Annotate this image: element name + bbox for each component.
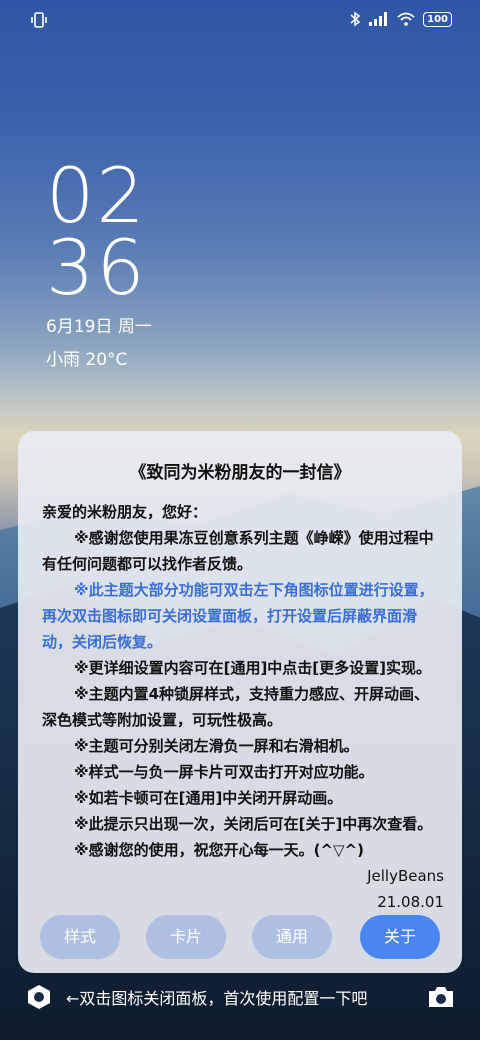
clock-date: 6月19日 周一: [46, 317, 152, 337]
camera-icon[interactable]: [426, 984, 456, 1010]
letter-date: 21.08.01: [377, 893, 444, 911]
letter-paragraph: ※样式一与负一屏卡片可双击打开对应功能。: [74, 763, 374, 781]
weather-text: 小雨 20°C: [46, 350, 128, 370]
vibrate-icon: [31, 12, 47, 28]
settings-hexagon-icon[interactable]: [26, 984, 52, 1010]
panel-title: 《致同为米粉朋友的一封信》: [129, 463, 351, 483]
hint-text: ←双击图标关闭面板，首次使用配置一下吧: [66, 989, 368, 1008]
settings-panel: 《致同为米粉朋友的一封信》 亲爱的米粉朋友，您好： ※感谢您使用果冻豆创意系列主…: [18, 431, 462, 973]
bluetooth-icon: [350, 11, 361, 27]
letter-paragraph: ※主题内置4种锁屏样式，支持重力感应、开屏动画、深色模式等附加设置，可玩性极高。: [42, 685, 430, 729]
panel-tab-bar: 样式 卡片 通用 关于: [40, 915, 440, 959]
letter-paragraph: ※此提示只出现一次，关闭后可在[关于]中再次查看。: [74, 815, 433, 833]
clock-minute: 36: [46, 223, 147, 312]
letter-greeting: 亲爱的米粉朋友，您好：: [42, 503, 208, 521]
lockscreen-clock: 02 36 6月19日 周一 小雨 20°C: [46, 151, 152, 371]
letter-paragraph-highlight: ※此主题大部分功能可双击左下角图标位置进行设置，再次双击图标即可关闭设置面板，打…: [42, 581, 434, 651]
letter-signature: JellyBeans: [367, 867, 444, 885]
letter-body: 亲爱的米粉朋友，您好： ※感谢您使用果冻豆创意系列主题《峥嵘》使用过程中有任何问…: [42, 499, 444, 915]
tab-general-button[interactable]: 通用: [252, 915, 332, 959]
letter-paragraph: ※更详细设置内容可在[通用]中点击[更多设置]实现。: [74, 659, 432, 677]
clock-hour: 02: [46, 151, 147, 240]
wifi-icon: [397, 12, 415, 26]
tab-about-button[interactable]: 关于: [360, 915, 440, 959]
letter-paragraph: ※如若卡顿可在[通用]中关闭开屏动画。: [74, 789, 343, 807]
letter-paragraph: ※主题可分别关闭左滑负一屏和右滑相机。: [74, 737, 359, 755]
letter-paragraph: ※感谢您的使用，祝您开心每一天。(^▽^): [74, 841, 364, 859]
tab-style-button[interactable]: 样式: [40, 915, 120, 959]
signal-icon: [369, 12, 388, 26]
bottom-bar: ←双击图标关闭面板，首次使用配置一下吧: [0, 980, 480, 1014]
battery-icon: 100: [423, 11, 452, 27]
letter-paragraph: ※感谢您使用果冻豆创意系列主题《峥嵘》使用过程中有任何问题都可以找作者反馈。: [42, 529, 434, 573]
status-bar: 100: [0, 0, 480, 40]
tab-card-button[interactable]: 卡片: [146, 915, 226, 959]
